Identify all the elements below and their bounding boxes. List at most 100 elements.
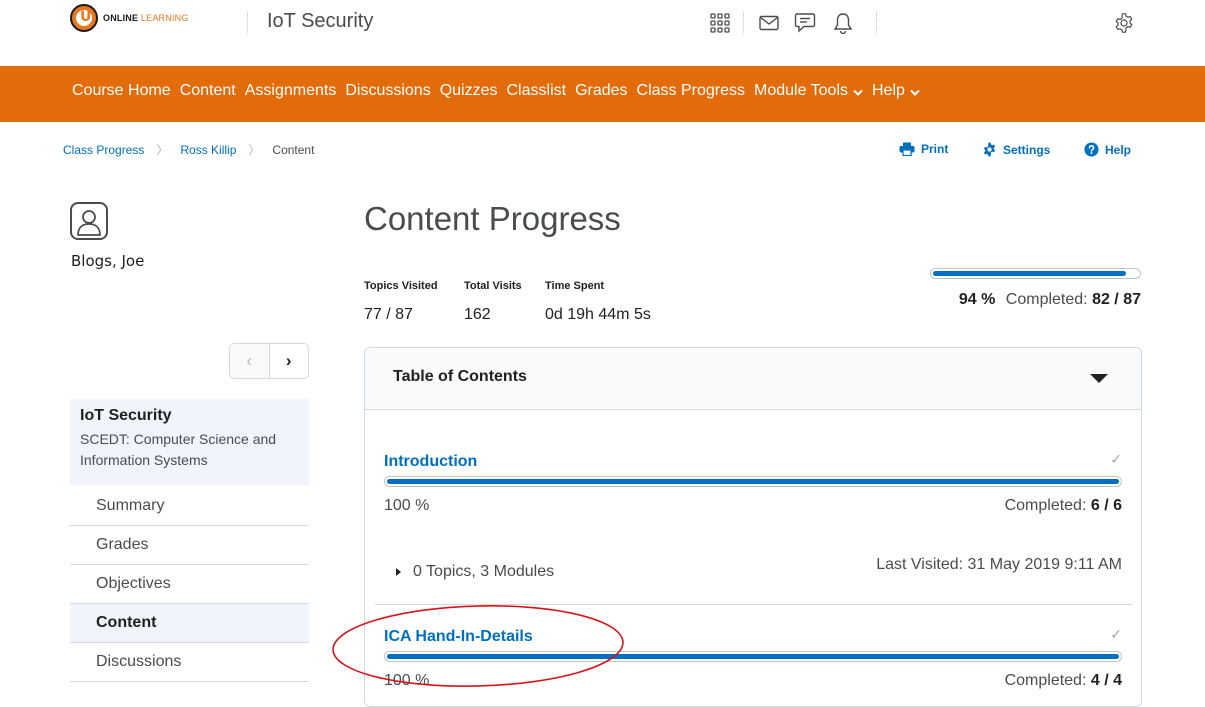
nav-label: Course Home [72, 82, 171, 99]
course-subtitle-line2: Information Systems [80, 452, 208, 468]
chevron-down-icon [853, 89, 863, 96]
module-completed-label: Completed: [1004, 672, 1087, 689]
checkmark-icon: ✓ [1110, 451, 1122, 467]
module-progress-fill [387, 654, 1119, 659]
module-divider [375, 604, 1132, 605]
logo-icon[interactable]: U [70, 4, 98, 32]
course-navbar: Course Home Content Assignments Discussi… [0, 66, 1205, 122]
module-progress-fill [387, 479, 1119, 484]
settings-button[interactable]: Settings [982, 142, 1050, 157]
module-progress-bar [384, 651, 1122, 662]
course-card: IoT Security SCEDT: Computer Science and… [70, 399, 309, 485]
side-menu-content[interactable]: Content [70, 604, 309, 643]
header-divider [247, 12, 248, 34]
progress-side-menu: Summary Grades Objectives Content Discus… [70, 487, 309, 682]
previous-user-button[interactable]: ‹ [230, 344, 270, 378]
logo-text[interactable]: ONLINE LEARNING [103, 13, 189, 23]
nav-label: Content [179, 82, 236, 99]
module-title-link[interactable]: ICA Hand-In-Details [384, 628, 533, 646]
nav-label: Discussions [345, 82, 431, 99]
overall-progress-text: 94 % Completed: 82 / 87 [930, 291, 1141, 309]
next-user-button[interactable]: › [269, 344, 308, 378]
expand-triangle-icon [396, 568, 401, 576]
nav-label: Assignments [244, 82, 337, 99]
chat-icon[interactable] [792, 10, 818, 36]
user-icon [77, 210, 101, 236]
breadcrumb-separator: 〉 [156, 143, 169, 157]
stat-label-total-visits: Total Visits [464, 280, 522, 292]
overall-progress-fill [933, 271, 1126, 276]
module-completed-value: 4 / 4 [1090, 672, 1122, 689]
side-menu-discussions[interactable]: Discussions [70, 643, 309, 682]
module-completed-value: 6 / 6 [1090, 497, 1122, 514]
module-percent: 100 % [384, 497, 430, 514]
toc-header[interactable]: Table of Contents [365, 348, 1141, 410]
breadcrumb-class-progress[interactable]: Class Progress [63, 143, 144, 157]
side-menu-grades[interactable]: Grades [70, 526, 309, 565]
overall-progress-bar [930, 268, 1141, 279]
overall-completed-label: Completed: [1005, 291, 1088, 308]
module-percent: 100 % [384, 672, 430, 689]
table-of-contents-panel: Table of Contents Introduction ✓ 100 % C… [364, 347, 1142, 707]
stat-value-total-visits: 162 [464, 306, 491, 323]
logo-letter: U [80, 9, 92, 25]
module-detail-toggle[interactable]: 0 Topics, 3 Modules [396, 563, 554, 581]
stat-label-topics-visited: Topics Visited [364, 280, 438, 292]
print-button[interactable]: Print [899, 142, 948, 156]
nav-course-home[interactable]: Course Home [72, 82, 171, 100]
top-header: U ONLINE LEARNING IoT Security [0, 0, 1205, 50]
header-divider [876, 12, 877, 34]
nav-label: Help [872, 82, 905, 99]
module-completed: Completed: 4 / 4 [1005, 672, 1122, 690]
breadcrumb-user[interactable]: Ross Killip [180, 143, 236, 157]
chevron-down-icon [910, 89, 920, 96]
nav-label: Module Tools [754, 82, 848, 99]
nav-quizzes[interactable]: Quizzes [440, 82, 498, 100]
stat-value-time-spent: 0d 19h 44m 5s [545, 306, 651, 323]
toc-title: Table of Contents [393, 368, 527, 385]
help-label: Help [1105, 142, 1132, 157]
breadcrumb: Class Progress 〉 Ross Killip 〉 Content [63, 141, 314, 158]
overall-completed-value: 82 / 87 [1092, 291, 1141, 308]
print-label: Print [921, 142, 949, 156]
side-menu-summary[interactable]: Summary [70, 487, 309, 526]
breadcrumb-separator: 〉 [248, 143, 261, 157]
nav-classlist[interactable]: Classlist [507, 82, 567, 100]
apps-grid-icon[interactable] [707, 10, 733, 36]
nav-module-tools[interactable]: Module Tools [754, 82, 863, 100]
nav-content[interactable]: Content [180, 82, 236, 100]
nav-help[interactable]: Help [872, 82, 920, 100]
module-completed-label: Completed: [1004, 497, 1087, 514]
nav-label: Grades [575, 82, 628, 99]
side-menu-objectives[interactable]: Objectives [70, 565, 309, 604]
stat-value-topics-visited: 77 / 87 [364, 306, 413, 323]
avatar [70, 202, 108, 240]
settings-label: Settings [1003, 142, 1051, 157]
nav-label: Quizzes [439, 82, 498, 99]
nav-label: Class Progress [636, 82, 746, 99]
bell-icon[interactable] [830, 10, 856, 36]
site-title[interactable]: IoT Security [267, 10, 373, 33]
gear-icon[interactable] [1111, 10, 1137, 36]
nav-label: Classlist [506, 82, 567, 99]
page-title: Content Progress [364, 200, 621, 237]
module-detail-text: 0 Topics, 3 Modules [413, 563, 555, 580]
module-last-visited: Last Visited: 31 May 2019 9:11 AM [876, 556, 1122, 573]
help-circle-icon [1084, 142, 1099, 157]
nav-discussions[interactable]: Discussions [345, 82, 430, 100]
help-button[interactable]: Help [1084, 142, 1131, 157]
mail-icon[interactable] [756, 10, 782, 36]
stat-label-time-spent: Time Spent [545, 280, 605, 292]
module-title-link[interactable]: Introduction [384, 453, 477, 471]
nav-grades[interactable]: Grades [575, 82, 627, 100]
course-title: IoT Security [80, 407, 172, 424]
logo-accent-text: LEARNING [140, 13, 189, 23]
user-pager: ‹ › [229, 343, 309, 379]
breadcrumb-current: Content [272, 142, 315, 157]
nav-class-progress[interactable]: Class Progress [637, 82, 745, 100]
caret-down-icon[interactable] [1090, 374, 1108, 383]
course-subtitle-line1: SCEDT: Computer Science and [80, 431, 277, 447]
module-completed: Completed: 6 / 6 [1005, 497, 1122, 515]
nav-assignments[interactable]: Assignments [245, 82, 337, 100]
logo-main-text: ONLINE [103, 13, 139, 23]
